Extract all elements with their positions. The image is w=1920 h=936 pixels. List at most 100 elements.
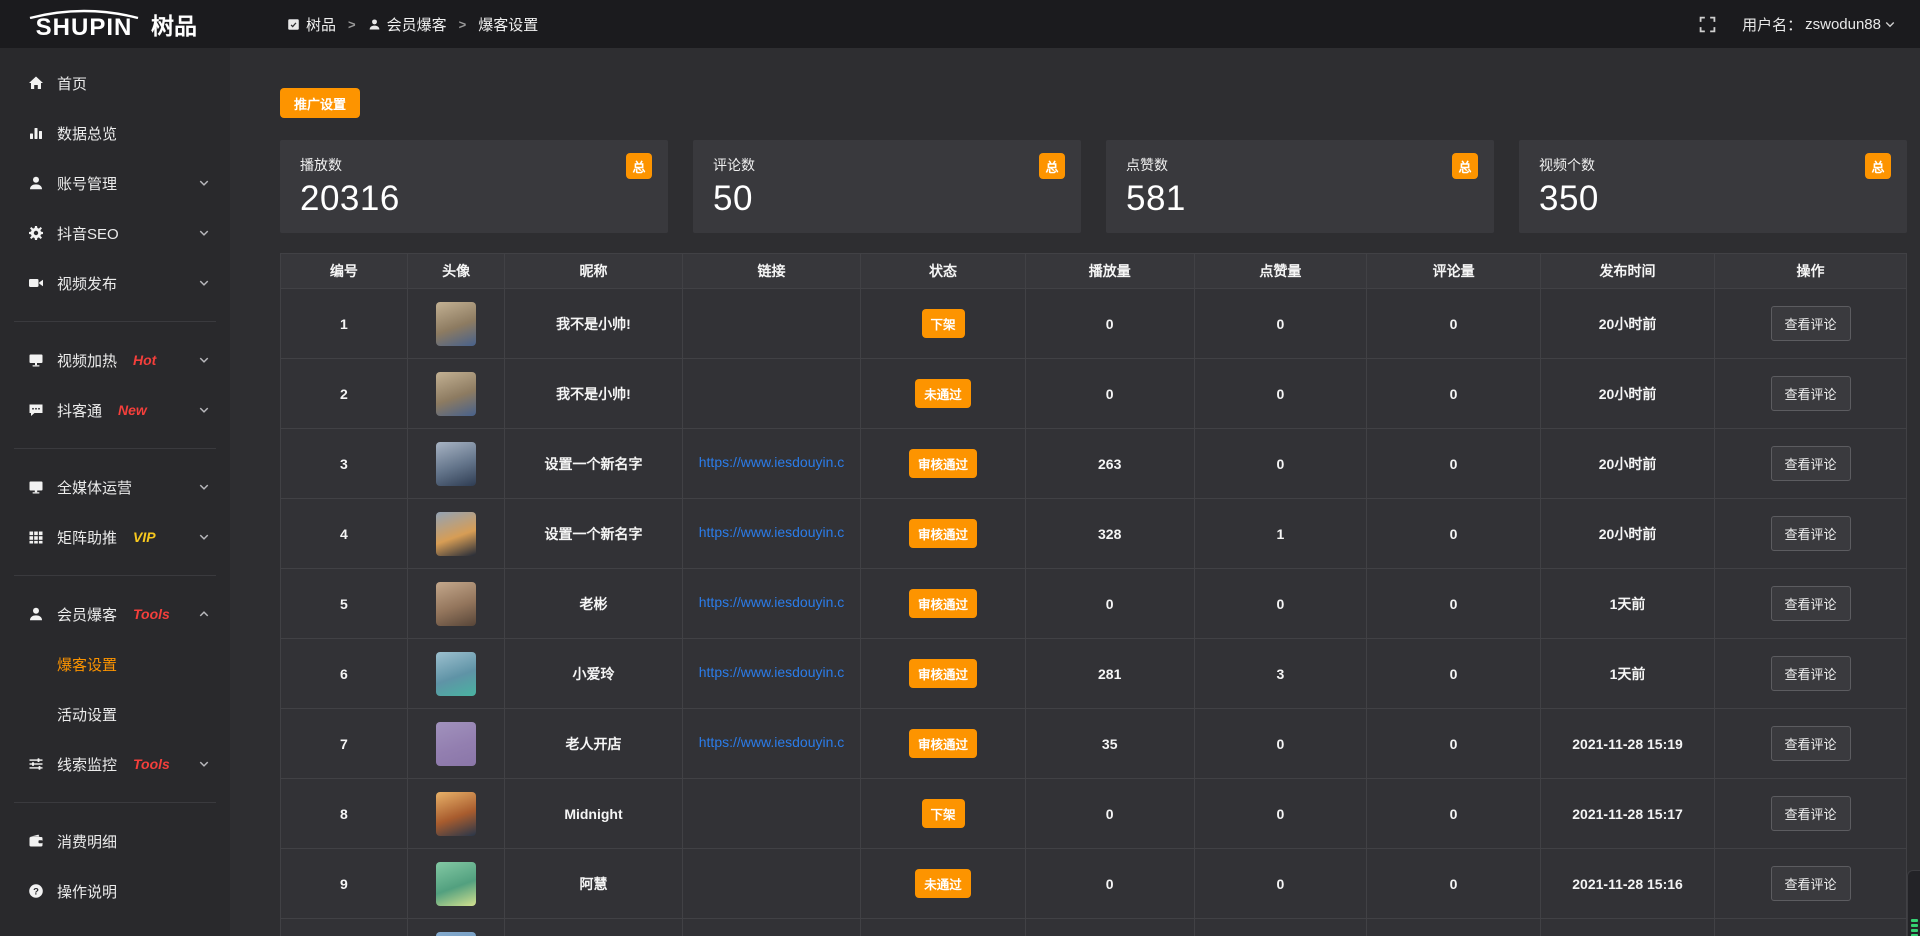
cell-comments: 0	[1367, 359, 1541, 429]
status-badge[interactable]: 未通过	[915, 869, 971, 898]
cell-avatar	[407, 359, 505, 429]
sidebar-item-video-heat[interactable]: 视频加热Hot	[0, 335, 230, 385]
status-badge[interactable]: 审核通过	[909, 659, 977, 688]
cell-text: 0	[1450, 596, 1458, 612]
view-comments-button[interactable]: 查看评论	[1771, 586, 1851, 621]
sidebar-item-label: 抖客通	[57, 400, 102, 421]
breadcrumb-separator: >	[348, 17, 356, 32]
cell-likes: 0	[1194, 359, 1366, 429]
cell-likes: 0	[1194, 709, 1366, 779]
video-link[interactable]: https://www.iesdouyin.c	[699, 454, 845, 470]
chevron-down-icon	[198, 354, 210, 366]
cell-link	[682, 359, 861, 429]
view-comments-button[interactable]: 查看评论	[1771, 656, 1851, 691]
cell-likes: 0	[1194, 779, 1366, 849]
view-comments-button[interactable]: 查看评论	[1771, 866, 1851, 901]
sidebar-item-label: 账号管理	[57, 173, 117, 194]
cell-index: 8	[281, 779, 408, 849]
user-menu[interactable]: 用户名：zswodun88	[1742, 14, 1896, 35]
cell-link: https://www.iesdouyin.c	[682, 429, 861, 499]
sidebar-item-instructions[interactable]: ?操作说明	[0, 866, 230, 916]
stat-label: 视频个数	[1539, 155, 1887, 175]
status-badge[interactable]: 下架	[922, 799, 965, 828]
sidebar-item-account-management[interactable]: 账号管理	[0, 158, 230, 208]
service-widget[interactable]	[1907, 870, 1920, 936]
person-icon	[368, 18, 381, 31]
sidebar-item-douketong[interactable]: 抖客通New	[0, 385, 230, 435]
avatar	[436, 512, 476, 556]
cell-text: 20小时前	[1599, 526, 1657, 542]
stat-label: 点赞数	[1126, 155, 1474, 175]
sidebar-item-badge: VIP	[133, 529, 156, 545]
cell-status: 下架	[861, 779, 1025, 849]
sidebar-item-matrix-boost[interactable]: 矩阵助推VIP	[0, 512, 230, 562]
sidebar-item-clue-monitor[interactable]: 线索监控Tools	[0, 739, 230, 789]
view-comments-button[interactable]: 查看评论	[1771, 376, 1851, 411]
status-badge[interactable]: 审核通过	[909, 449, 977, 478]
sidebar-subitem-activity-settings[interactable]: 活动设置	[0, 689, 230, 739]
promo-settings-button[interactable]: 推广设置	[280, 88, 360, 118]
sidebar-item-video-publish[interactable]: 视频发布	[0, 258, 230, 308]
cell-avatar	[407, 289, 505, 359]
view-comments-button[interactable]: 查看评论	[1771, 796, 1851, 831]
cell-text: 1天前	[1610, 666, 1646, 682]
column-header: 播放量	[1025, 254, 1194, 289]
video-link[interactable]: https://www.iesdouyin.c	[699, 524, 845, 540]
sidebar-item-consumption-detail[interactable]: 消费明细	[0, 816, 230, 866]
video-link[interactable]: https://www.iesdouyin.c	[699, 664, 845, 680]
sidebar-item-data-overview[interactable]: 数据总览	[0, 108, 230, 158]
cell-likes: 0	[1194, 569, 1366, 639]
cell-index	[281, 919, 408, 936]
sidebar-item-douyin-seo[interactable]: 抖音SEO	[0, 208, 230, 258]
sidebar-subitem-baoke-settings[interactable]: 爆客设置	[0, 639, 230, 689]
logo-text-cn: 树品	[151, 14, 197, 39]
view-comments-button[interactable]: 查看评论	[1771, 516, 1851, 551]
status-badge[interactable]: 审核通过	[909, 729, 977, 758]
sidebar-item-label: 全媒体运营	[57, 477, 132, 498]
cell-text: 263	[1098, 456, 1121, 472]
video-link[interactable]: https://www.iesdouyin.c	[699, 734, 845, 750]
gear-icon	[27, 225, 44, 242]
cell-text: 1	[340, 316, 348, 332]
stat-label: 播放数	[300, 155, 648, 175]
sidebar-item-member-baoke[interactable]: 会员爆客Tools	[0, 589, 230, 639]
cell-avatar	[407, 429, 505, 499]
status-badge[interactable]: 未通过	[915, 379, 971, 408]
breadcrumb-item[interactable]: 爆客设置	[478, 14, 538, 35]
status-badge[interactable]: 下架	[922, 309, 965, 338]
cell-text: 0	[1106, 876, 1114, 892]
column-header: 发布时间	[1541, 254, 1715, 289]
avatar	[436, 372, 476, 416]
cell-link: https://www.iesdouyin.c	[682, 569, 861, 639]
chevron-down-icon	[198, 531, 210, 543]
chevron-up-icon	[198, 608, 210, 620]
form-icon	[287, 18, 300, 31]
equalizer-bar	[1911, 919, 1918, 922]
status-badge[interactable]: 审核通过	[909, 589, 977, 618]
fullscreen-icon[interactable]	[1699, 16, 1716, 33]
table-row: 5老彬https://www.iesdouyin.c审核通过0001天前查看评论	[281, 569, 1907, 639]
status-badge[interactable]: 审核通过	[909, 519, 977, 548]
view-comments-button[interactable]: 查看评论	[1771, 726, 1851, 761]
cell-action: 查看评论	[1715, 429, 1907, 499]
video-link[interactable]: https://www.iesdouyin.c	[699, 594, 845, 610]
breadcrumb-item[interactable]: 树品	[287, 14, 336, 35]
sidebar-item-home[interactable]: 首页	[0, 58, 230, 108]
table-row: 6小爱玲https://www.iesdouyin.c审核通过281301天前查…	[281, 639, 1907, 709]
equalizer-bar	[1911, 929, 1918, 932]
cell-text: 0	[1450, 526, 1458, 542]
cell-time: 1天前	[1541, 569, 1715, 639]
view-comments-button[interactable]: 查看评论	[1771, 446, 1851, 481]
sidebar-item-media-operation[interactable]: 全媒体运营	[0, 462, 230, 512]
breadcrumb-item[interactable]: 会员爆客	[368, 14, 447, 35]
app-logo: SHUPIN 树品	[0, 9, 230, 40]
cell-action: 查看评论	[1715, 849, 1907, 919]
cell-text: 0	[1106, 596, 1114, 612]
cell-index: 9	[281, 849, 408, 919]
cell-text: 0	[1450, 456, 1458, 472]
view-comments-button[interactable]: 查看评论	[1771, 306, 1851, 341]
question-icon: ?	[27, 883, 44, 900]
cell-likes: 0	[1194, 849, 1366, 919]
cell-link	[682, 289, 861, 359]
table-row: 8Midnight下架0002021-11-28 15:17查看评论	[281, 779, 1907, 849]
